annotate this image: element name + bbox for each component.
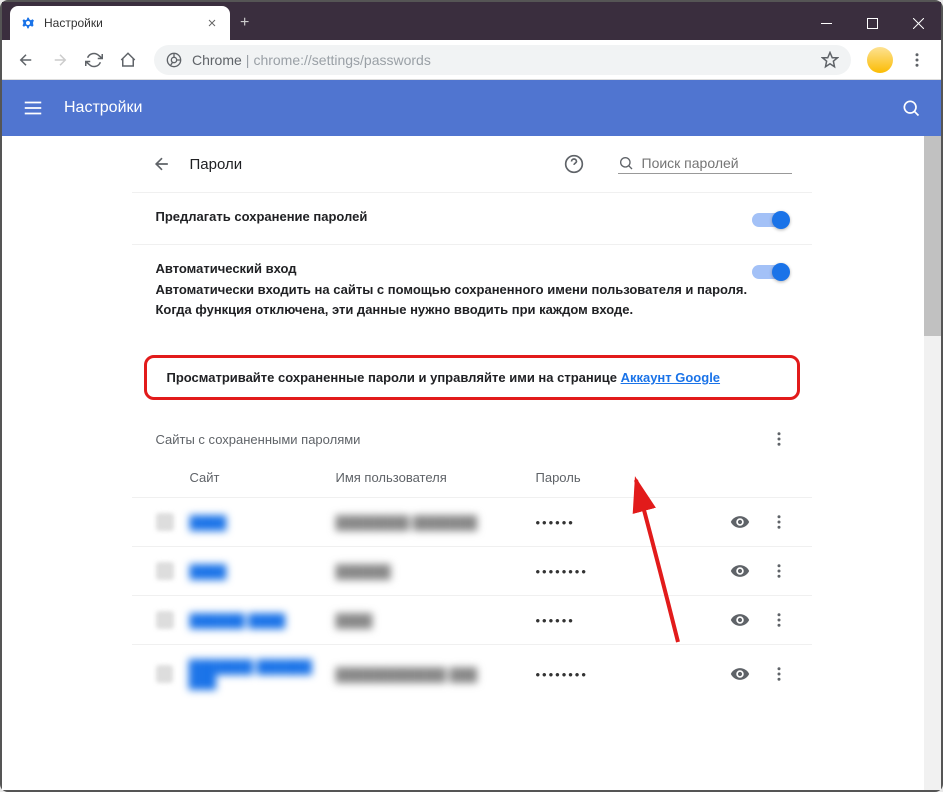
profile-avatar-button[interactable] xyxy=(867,47,893,73)
site-name[interactable]: ██████ ████ xyxy=(190,613,286,628)
addr-path: chrome://settings/passwords xyxy=(253,52,430,68)
vertical-scrollbar[interactable] xyxy=(924,136,941,790)
site-name[interactable]: ████ xyxy=(190,515,227,530)
auto-signin-title: Автоматический вход xyxy=(156,261,752,276)
window-controls xyxy=(803,6,941,40)
address-bar[interactable]: Chrome | chrome://settings/passwords xyxy=(154,45,851,75)
favicon xyxy=(156,562,174,580)
back-arrow-button[interactable] xyxy=(152,154,172,174)
username: ████████████ ███ xyxy=(336,667,478,682)
auto-signin-desc: Автоматически входить на сайты с помощью… xyxy=(156,280,752,319)
scroll-thumb[interactable] xyxy=(924,136,941,336)
search-input[interactable] xyxy=(642,155,792,171)
site-name[interactable]: ████ xyxy=(190,564,227,579)
browser-tab[interactable]: Настройки xyxy=(10,6,230,40)
saved-title: Сайты с сохраненными паролями xyxy=(156,432,361,447)
password-search-field[interactable] xyxy=(618,155,792,174)
highlight-text: Просматривайте сохраненные пароли и упра… xyxy=(167,370,621,385)
search-icon xyxy=(618,155,634,171)
saved-menu-button[interactable] xyxy=(770,430,788,448)
row-menu-button[interactable] xyxy=(770,562,788,580)
nav-forward-button[interactable] xyxy=(44,44,76,76)
col-pass: Пароль xyxy=(536,470,708,485)
browser-menu-button[interactable] xyxy=(901,44,933,76)
help-icon[interactable] xyxy=(564,154,584,174)
page-content: Настройки Пароли Предлагать сохранение п… xyxy=(2,80,941,790)
password-row: ████ ██████ •••••••• xyxy=(132,546,812,595)
row-menu-button[interactable] xyxy=(770,665,788,683)
table-header: Сайт Имя пользователя Пароль xyxy=(132,458,812,497)
row-menu-button[interactable] xyxy=(770,611,788,629)
username: ████████ ███████ xyxy=(336,515,478,530)
saved-passwords-header: Сайты с сохраненными паролями xyxy=(132,400,812,458)
show-password-button[interactable] xyxy=(730,664,750,684)
col-site: Сайт xyxy=(156,470,336,485)
reload-button[interactable] xyxy=(78,44,110,76)
favicon xyxy=(156,513,174,531)
password-row: ████ ████████ ███████ •••••• xyxy=(132,497,812,546)
site-name[interactable]: ███████ ██████ ███ xyxy=(189,659,336,689)
minimize-button[interactable] xyxy=(803,6,849,40)
username: ██████ xyxy=(336,564,391,579)
password-masked: •••••• xyxy=(536,613,730,628)
password-masked: •••••••• xyxy=(536,667,730,682)
password-row: ███████ ██████ ███ ████████████ ███ ••••… xyxy=(132,644,812,703)
show-password-button[interactable] xyxy=(730,561,750,581)
chrome-icon xyxy=(166,52,182,68)
nav-back-button[interactable] xyxy=(10,44,42,76)
favicon xyxy=(156,665,173,683)
offer-save-title: Предлагать сохранение паролей xyxy=(156,209,752,224)
show-password-button[interactable] xyxy=(730,610,750,630)
settings-topbar: Настройки xyxy=(2,80,941,136)
auto-signin-row: Автоматический вход Автоматически входит… xyxy=(132,244,812,335)
auto-signin-toggle[interactable] xyxy=(752,265,788,279)
col-user: Имя пользователя xyxy=(336,470,536,485)
browser-toolbar: Chrome | chrome://settings/passwords xyxy=(2,40,941,80)
password-row: ██████ ████ ████ •••••• xyxy=(132,595,812,644)
page-title: Пароли xyxy=(190,156,243,173)
tab-title: Настройки xyxy=(44,16,103,30)
addr-protocol: Chrome xyxy=(192,52,242,68)
row-menu-button[interactable] xyxy=(770,513,788,531)
username: ████ xyxy=(336,613,373,628)
close-window-button[interactable] xyxy=(895,6,941,40)
favicon xyxy=(156,611,174,629)
new-tab-button[interactable]: + xyxy=(230,6,259,40)
close-icon[interactable] xyxy=(204,15,220,31)
hamburger-menu-icon[interactable] xyxy=(22,97,44,119)
search-icon[interactable] xyxy=(901,98,921,118)
password-masked: •••••• xyxy=(536,515,730,530)
gear-icon xyxy=(20,15,36,31)
home-button[interactable] xyxy=(112,44,144,76)
google-account-link[interactable]: Аккаунт Google xyxy=(621,370,720,385)
password-masked: •••••••• xyxy=(536,564,730,579)
page-header: Пароли xyxy=(132,136,812,192)
google-account-highlight: Просматривайте сохраненные пароли и упра… xyxy=(144,355,800,400)
maximize-button[interactable] xyxy=(849,6,895,40)
window-titlebar: Настройки + xyxy=(2,2,941,40)
show-password-button[interactable] xyxy=(730,512,750,532)
topbar-title: Настройки xyxy=(64,99,142,117)
offer-save-row: Предлагать сохранение паролей xyxy=(132,192,812,244)
bookmark-star-icon[interactable] xyxy=(821,51,839,69)
offer-save-toggle[interactable] xyxy=(752,213,788,227)
